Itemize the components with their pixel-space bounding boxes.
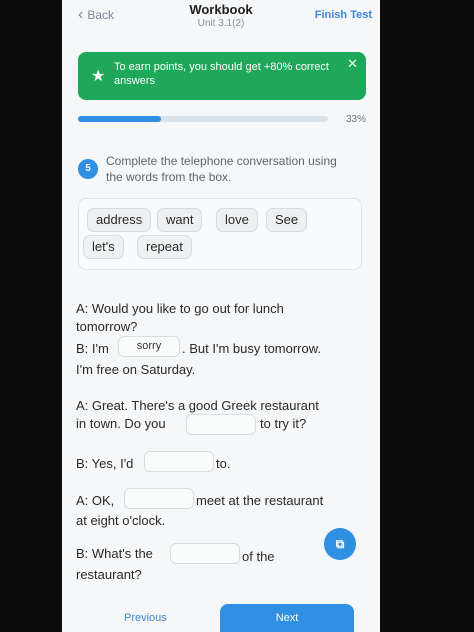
dialogue-line: at eight o'clock. (76, 513, 166, 528)
word-chip-love[interactable]: love (216, 208, 258, 232)
banner-text: To earn points, you should get +80% corr… (114, 61, 329, 87)
word-chip-see[interactable]: See (266, 208, 308, 232)
next-button[interactable]: Next (220, 604, 354, 632)
progress-bar (78, 116, 328, 122)
word-chip-lets[interactable]: let's (83, 235, 124, 259)
top-bar: ‹ Back Workbook Unit 3.1(2) Finish Test (62, 0, 380, 38)
dialogue-line: B: I'm (76, 341, 109, 356)
dialogue-line: restaurant? (76, 567, 142, 582)
question-instruction: Complete the telephone conversation usin… (106, 154, 337, 184)
dialogue-line: A: Would you like to go out for lunch (76, 301, 284, 316)
word-chip-repeat[interactable]: repeat (137, 235, 192, 259)
progress-percent: 33% (345, 114, 366, 125)
dialogue-line: to. (216, 456, 231, 471)
word-chip-want[interactable]: want (157, 208, 203, 232)
finish-test-button[interactable]: Finish Test (315, 9, 372, 21)
dialogue-line: of the (242, 549, 275, 564)
device-bezel-right (378, 0, 474, 632)
dialogue-line: I'm free on Saturday. (76, 362, 196, 377)
dialogue-line: B: Yes, I'd (76, 456, 134, 471)
word-box: address want love See let's repeat (78, 198, 362, 270)
question-number-badge: 5 (78, 159, 98, 179)
answer-blank-5[interactable] (170, 543, 240, 564)
dialogue-line: . But I'm busy tomorrow. (182, 341, 322, 356)
answer-blank-2[interactable] (186, 414, 256, 435)
answer-blank-1[interactable]: sorry (118, 336, 180, 357)
progress-fill (78, 116, 161, 122)
dialogue-line: in town. Do you (76, 416, 166, 431)
star-icon: ★ (91, 68, 106, 85)
points-banner: ★ To earn points, you should get +80% co… (78, 52, 366, 100)
answer-blank-3[interactable] (144, 451, 214, 472)
dialogue-line: to try it? (260, 416, 307, 431)
answer-blank-4[interactable] (124, 488, 194, 509)
bottom-navigation: Previous Next (62, 598, 380, 632)
dialogue-line: tomorrow? (76, 319, 138, 334)
close-icon[interactable]: ✕ (347, 56, 358, 72)
dialogue-line: A: Great. There's a good Greek restauran… (76, 398, 319, 413)
previous-button[interactable]: Previous (124, 612, 167, 624)
word-chip-address[interactable]: address (87, 208, 152, 232)
app-screen: ‹ Back Workbook Unit 3.1(2) Finish Test … (62, 0, 380, 632)
scan-icon[interactable]: ⧉ (324, 528, 356, 560)
dialogue-line: meet at the restaurant (196, 493, 324, 508)
dialogue-line: B: What's the (76, 546, 153, 561)
device-bezel-left (0, 0, 60, 632)
dialogue-line: A: OK, (76, 493, 115, 508)
